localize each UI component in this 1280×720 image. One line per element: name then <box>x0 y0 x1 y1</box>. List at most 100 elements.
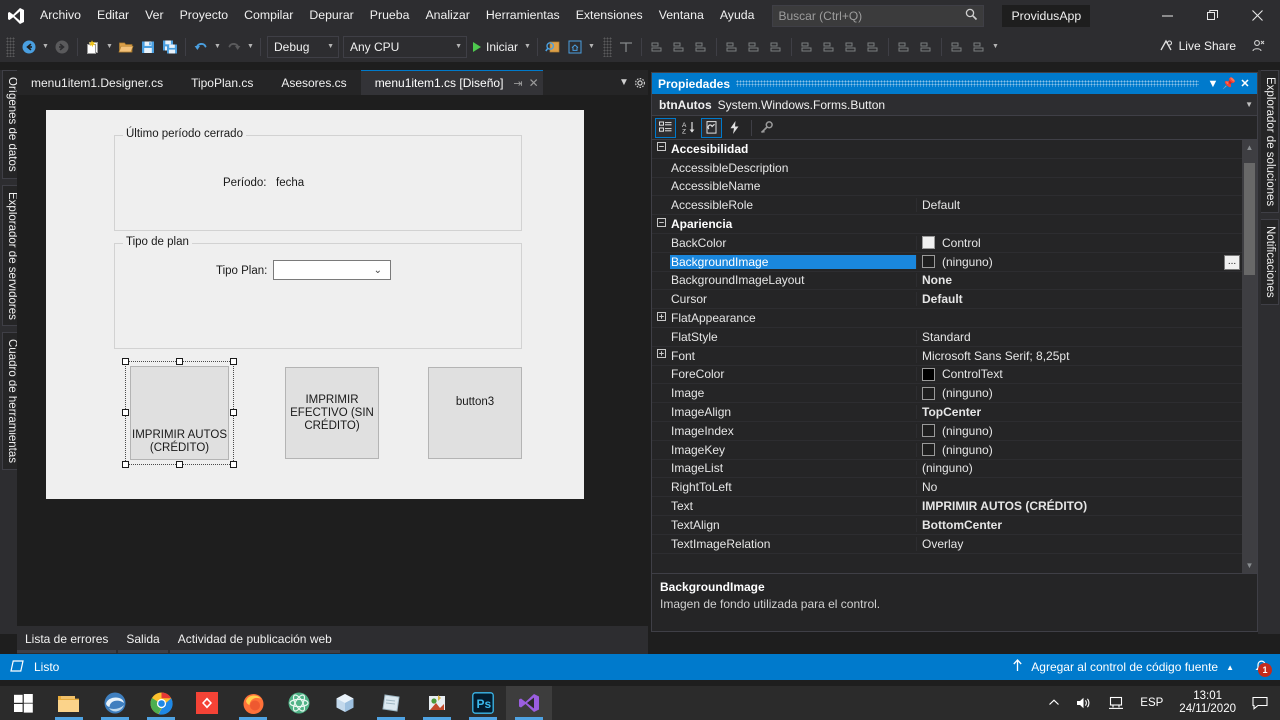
home-dropdown[interactable]: ▼ <box>586 36 597 58</box>
properties-object-selector[interactable]: btnAutos System.Windows.Forms.Button ▼ <box>652 94 1257 116</box>
vertical-spacing-icon[interactable] <box>915 36 937 58</box>
property-row[interactable]: Accesibilidad <box>652 140 1242 159</box>
toolbar-overflow-dropdown[interactable]: ▼ <box>990 36 1001 58</box>
save-all-icon[interactable] <box>159 36 181 58</box>
undo-icon[interactable] <box>190 36 212 58</box>
menu-item-analizar[interactable]: Analizar <box>417 0 477 31</box>
property-value-cell[interactable]: (ninguno) <box>916 386 1242 401</box>
rail-item-solution-explorer[interactable]: Explorador de soluciones <box>1261 70 1279 214</box>
tab-menu1item1-designer-cs[interactable]: menu1item1.Designer.cs <box>17 70 178 95</box>
title-drag-dots[interactable] <box>736 80 1199 87</box>
property-value-cell[interactable]: ControlText <box>916 367 1242 382</box>
clock[interactable]: 13:01 24/11/2020 <box>1171 690 1244 716</box>
expand-icon[interactable] <box>652 349 670 362</box>
tipo-plan-combobox[interactable]: ⌄ <box>273 260 391 280</box>
property-row[interactable]: AccessibleRole Default <box>652 196 1242 216</box>
menu-item-archivo[interactable]: Archivo <box>32 0 89 31</box>
app-cube-icon[interactable] <box>322 686 368 720</box>
property-row[interactable]: Apariencia <box>652 215 1242 234</box>
app-paint-icon[interactable] <box>414 686 460 720</box>
app-red-icon[interactable] <box>184 686 230 720</box>
add-to-source-control-button[interactable]: Agregar al control de código fuente ▲ <box>1012 659 1234 675</box>
resize-handle-n[interactable] <box>176 358 183 365</box>
resize-handle-e[interactable] <box>230 409 237 416</box>
restore-button[interactable] <box>1190 0 1235 31</box>
alphabetical-icon[interactable]: A Z <box>678 118 699 138</box>
platform-combo[interactable]: Any CPU ▼ <box>343 35 467 58</box>
firefox-icon[interactable] <box>230 686 276 720</box>
tab-lista-de-errores[interactable]: Lista de errores <box>17 630 117 653</box>
menu-item-ventana[interactable]: Ventana <box>651 0 712 31</box>
resize-handle-nw[interactable] <box>122 358 129 365</box>
chevron-down-icon[interactable]: ▼ <box>1245 100 1253 109</box>
property-row[interactable]: ImageAlign TopCenter <box>652 403 1242 422</box>
make-same-height-icon[interactable] <box>818 36 840 58</box>
property-value-cell[interactable]: No <box>916 480 1242 495</box>
menu-item-extensiones[interactable]: Extensiones <box>568 0 651 31</box>
collapse-icon[interactable] <box>652 142 670 155</box>
align-tools-icon[interactable] <box>615 36 637 58</box>
property-value-cell[interactable]: (ninguno) <box>916 461 1242 476</box>
property-ellipsis-button[interactable]: ... <box>1224 254 1240 270</box>
menu-item-proyecto[interactable]: Proyecto <box>172 0 237 31</box>
scrollbar-track[interactable] <box>1242 155 1257 558</box>
resize-handle-se[interactable] <box>230 461 237 468</box>
property-row[interactable]: BackColor Control <box>652 234 1242 253</box>
property-row[interactable]: AccessibleDescription <box>652 159 1242 178</box>
button-imprimir-autos-credito[interactable]: IMPRIMIR AUTOS (CRÉDITO) <box>130 366 229 460</box>
start-icon[interactable] <box>0 686 46 720</box>
tab-menu1item1-cs-design[interactable]: menu1item1.cs [Diseño] ⇥ ✕ <box>360 70 543 95</box>
navigate-back-icon[interactable] <box>18 36 40 58</box>
property-value-cell[interactable]: Standard <box>916 329 1242 344</box>
property-value-cell[interactable]: (ninguno) <box>916 254 1242 269</box>
events-icon[interactable] <box>724 118 745 138</box>
property-row[interactable]: ImageList (ninguno) <box>652 460 1242 479</box>
new-item-icon[interactable] <box>82 36 104 58</box>
tab-settings-gear-icon[interactable] <box>632 70 648 95</box>
close-tab-icon[interactable]: ✕ <box>529 76 539 90</box>
property-grid-scrollbar[interactable]: ▲ ▼ <box>1242 140 1257 573</box>
tab-salida[interactable]: Salida <box>118 630 168 653</box>
properties-title-bar[interactable]: Propiedades ▼ 📌 ✕ <box>652 73 1257 94</box>
configuration-combo[interactable]: Debug ▼ <box>267 35 339 58</box>
groupbox-ultimo-periodo[interactable]: Último período cerrado Período: fecha <box>114 128 522 231</box>
toolbar-grip[interactable] <box>6 36 15 57</box>
property-row[interactable]: BackgroundImage (ninguno)... <box>652 252 1242 272</box>
start-dropdown[interactable]: ▼ <box>522 36 533 58</box>
tab-tipoplan-cs[interactable]: TipoPlan.cs <box>177 70 268 95</box>
tab-actividad-de-publicacion-web[interactable]: Actividad de publicación web <box>169 630 340 653</box>
menu-item-ayuda[interactable]: Ayuda <box>712 0 763 31</box>
property-value-cell[interactable]: (ninguno) <box>916 442 1242 457</box>
make-same-size-icon[interactable] <box>840 36 862 58</box>
menu-item-herramientas[interactable]: Herramientas <box>478 0 568 31</box>
property-row[interactable]: FlatStyle Standard <box>652 328 1242 347</box>
categorized-icon[interactable] <box>655 117 676 138</box>
resize-handle-ne[interactable] <box>230 358 237 365</box>
feedback-icon[interactable] <box>1246 35 1270 57</box>
app-green-icon[interactable] <box>276 686 322 720</box>
property-value-cell[interactable]: Default <box>916 198 1242 213</box>
property-row[interactable]: AccessibleName <box>652 178 1242 197</box>
action-center-icon[interactable] <box>1244 686 1276 720</box>
visual-studio-icon[interactable] <box>506 686 552 720</box>
property-row[interactable]: BackgroundImageLayout None <box>652 272 1242 291</box>
menu-item-ver[interactable]: Ver <box>137 0 171 31</box>
global-search-box[interactable]: Buscar (Ctrl+Q) <box>772 4 985 27</box>
tab-asesores-cs[interactable]: Asesores.cs <box>267 70 361 95</box>
make-same-width-icon[interactable] <box>796 36 818 58</box>
form-canvas[interactable]: Último período cerrado Período: fecha Ti… <box>46 110 584 499</box>
app-notes-icon[interactable] <box>368 686 414 720</box>
property-pages-icon[interactable] <box>756 118 777 138</box>
menu-item-compilar[interactable]: Compilar <box>236 0 301 31</box>
menu-item-depurar[interactable]: Depurar <box>301 0 361 31</box>
property-row[interactable]: Font Microsoft Sans Serif; 8,25pt <box>652 347 1242 366</box>
redo-dropdown[interactable]: ▼ <box>245 36 256 58</box>
align-middles-icon[interactable] <box>743 36 765 58</box>
property-value-cell[interactable]: BottomCenter <box>916 517 1242 532</box>
photoshop-icon[interactable]: Ps <box>460 686 506 720</box>
winforms-designer-surface[interactable]: Último período cerrado Período: fecha Ti… <box>17 95 648 626</box>
align-centers-icon[interactable] <box>668 36 690 58</box>
resize-handle-sw[interactable] <box>122 461 129 468</box>
chrome-icon[interactable] <box>138 686 184 720</box>
property-row[interactable]: RightToLeft No <box>652 478 1242 498</box>
